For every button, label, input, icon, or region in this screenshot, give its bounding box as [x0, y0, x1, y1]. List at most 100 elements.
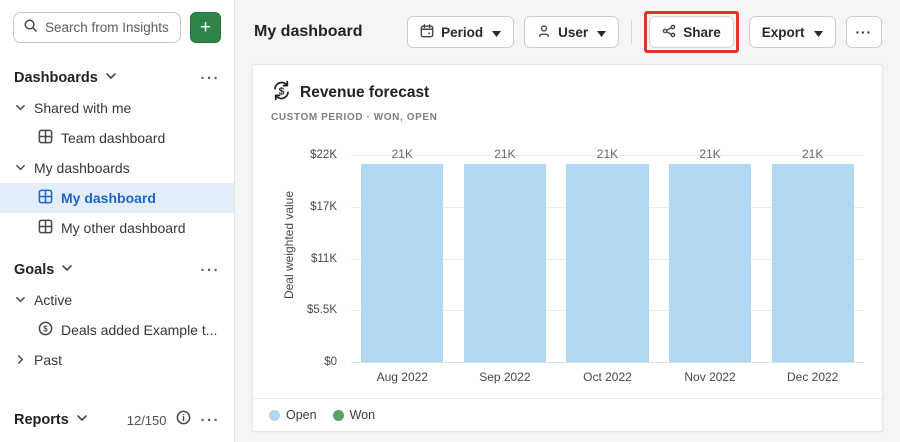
share-label: Share	[683, 24, 721, 40]
sidebar-item-team-dashboard[interactable]: Team dashboard	[0, 123, 234, 153]
y-tick-label: $5.5K	[306, 304, 337, 317]
user-icon	[537, 24, 551, 41]
sidebar-item-my-dashboard[interactable]: My dashboard	[0, 183, 234, 213]
item-label: Team dashboard	[61, 130, 166, 146]
bar-column: 21K Nov 2022	[659, 147, 762, 384]
group-my-dashboards[interactable]: My dashboards	[0, 153, 234, 183]
caret-down-icon	[597, 25, 607, 40]
legend-item-open[interactable]: Open	[269, 408, 317, 422]
x-tick-label: Dec 2022	[786, 370, 839, 384]
item-label: My dashboard	[61, 190, 156, 206]
period-label: Period	[441, 24, 484, 40]
section-reports[interactable]: Reports 12/150 ···	[0, 402, 234, 436]
bar-value-label: 21K	[699, 147, 721, 162]
y-axis-ticks: $22K $17K $11K $5.5K $0	[297, 149, 345, 368]
sidebar-item-my-other-dashboard[interactable]: My other dashboard	[0, 213, 234, 243]
gridline	[351, 362, 864, 363]
y-tick-label: $0	[324, 356, 337, 368]
bar-column: 21K Aug 2022	[351, 147, 454, 384]
svg-text:$: $	[279, 85, 285, 97]
info-icon[interactable]	[176, 410, 191, 430]
dashboard-grid-icon	[38, 219, 53, 237]
chevron-down-icon	[15, 292, 26, 308]
card-subtitle: CUSTOM PERIOD · WON, OPEN	[271, 112, 438, 123]
more-options-button[interactable]: ···	[845, 16, 882, 48]
bar-value-label: 21K	[494, 147, 516, 162]
group-shared-with-me[interactable]: Shared with me	[0, 93, 234, 123]
dashboards-menu-button[interactable]: ···	[201, 71, 221, 86]
x-tick-label: Oct 2022	[583, 370, 632, 384]
goals-menu-button[interactable]: ···	[201, 263, 221, 278]
bar-column: 21K Oct 2022	[556, 147, 659, 384]
y-tick-label: $22K	[310, 149, 337, 161]
chevron-right-icon	[15, 352, 26, 368]
reports-menu-button[interactable]: ···	[201, 413, 221, 428]
period-button[interactable]: Period	[407, 16, 515, 48]
dollar-circle-icon: $	[38, 321, 53, 339]
chevron-down-icon	[61, 261, 73, 279]
section-dashboards[interactable]: Dashboards ···	[0, 61, 234, 93]
bar-open[interactable]	[361, 164, 444, 362]
chevron-down-icon	[15, 100, 26, 116]
dashboard-grid-icon	[38, 129, 53, 147]
share-button[interactable]: Share	[649, 16, 734, 48]
x-tick-label: Sep 2022	[479, 370, 531, 384]
share-icon	[662, 24, 676, 41]
dashboards-title: Dashboards	[14, 70, 98, 86]
group-label: Active	[34, 292, 73, 308]
calendar-icon	[420, 23, 434, 41]
group-label: My dashboards	[34, 160, 130, 176]
legend-dot	[332, 409, 344, 421]
reports-count: 12/150	[126, 412, 167, 428]
legend-label: Open	[286, 408, 317, 422]
search-box[interactable]	[13, 12, 181, 43]
chevron-down-icon	[15, 160, 26, 176]
y-tick-label: $11K	[310, 252, 337, 265]
y-tick-label: $17K	[310, 200, 337, 213]
item-label: Deals added Example t...	[61, 322, 218, 338]
bar-value-label: 21K	[801, 147, 824, 162]
export-button[interactable]: Export	[748, 16, 836, 48]
svg-text:$: $	[43, 324, 48, 333]
bar-open[interactable]	[566, 164, 649, 362]
card-title[interactable]: Revenue forecast	[300, 84, 429, 102]
share-highlight-annotation: Share	[644, 11, 739, 53]
main-content: My dashboard Period User Share Export ··…	[235, 0, 900, 442]
y-axis-title: Deal weighted value	[282, 190, 296, 299]
reports-title: Reports	[14, 412, 69, 428]
group-label: Past	[34, 352, 63, 368]
bar-column: 21K Dec 2022	[761, 147, 864, 384]
sidebar-item-deals-added-goal[interactable]: $ Deals added Example t...	[0, 315, 234, 345]
caret-down-icon	[492, 25, 502, 40]
legend-item-won[interactable]: Won	[332, 408, 376, 422]
x-tick-label: Aug 2022	[376, 370, 428, 384]
chevron-down-icon	[105, 69, 117, 87]
user-filter-button[interactable]: User	[524, 16, 620, 48]
bar-open[interactable]	[771, 164, 854, 362]
search-input[interactable]	[45, 20, 171, 35]
caret-down-icon	[813, 25, 823, 40]
goals-title: Goals	[14, 262, 55, 278]
bar-open[interactable]	[463, 164, 546, 362]
group-past-goals[interactable]: Past	[0, 345, 234, 375]
group-active-goals[interactable]: Active	[0, 285, 234, 315]
section-goals[interactable]: Goals ···	[0, 253, 234, 285]
page-title: My dashboard	[254, 23, 363, 40]
export-label: Export	[761, 24, 805, 40]
bar-value-label: 21K	[391, 147, 413, 162]
revenue-forecast-icon: $	[271, 80, 292, 106]
bar-open[interactable]	[669, 164, 752, 362]
group-label: Shared with me	[34, 100, 132, 116]
add-report-button[interactable]: +	[190, 12, 221, 43]
item-label: My other dashboard	[61, 220, 186, 236]
header-divider	[631, 20, 633, 44]
bar-chart: Deal weighted value $22K $17K $11K $5.5K $0 …	[259, 127, 868, 398]
search-icon	[23, 18, 38, 38]
legend-dot	[269, 409, 280, 421]
report-card: $ Revenue forecast CUSTOM PERIOD · WON, …	[252, 64, 883, 432]
legend-label: Won	[349, 408, 376, 422]
user-label: User	[558, 24, 589, 40]
x-tick-label: Nov 2022	[684, 370, 736, 384]
dashboard-grid-icon	[38, 189, 53, 207]
main-header: My dashboard Period User Share Export ··…	[235, 0, 900, 62]
